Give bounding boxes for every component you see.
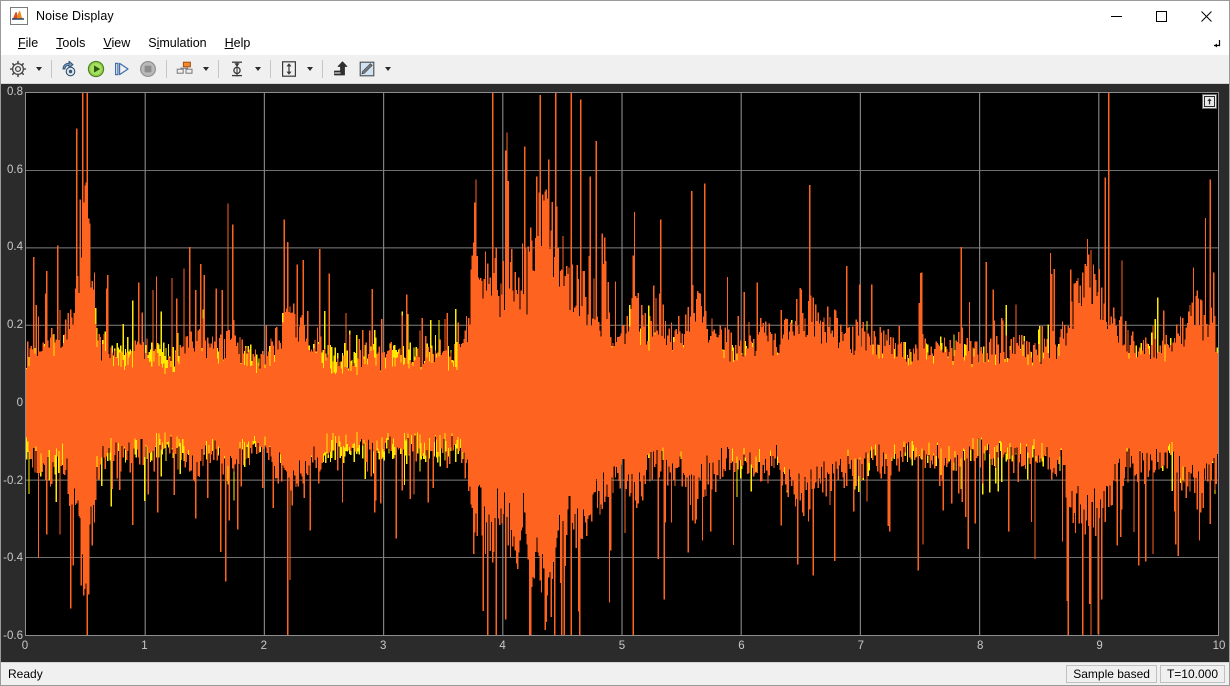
- x-tick-label: 9: [1096, 640, 1103, 652]
- scope-window: Noise Display File Tools View Simulation…: [0, 0, 1230, 686]
- title-bar: Noise Display: [1, 1, 1229, 31]
- style-pencil-icon: [359, 61, 375, 77]
- status-bar: Ready Sample based T=10.000: [1, 662, 1229, 685]
- scale-axes-icon: [281, 61, 297, 77]
- toolbar: [1, 55, 1229, 84]
- maximize-axes-icon[interactable]: [1202, 94, 1217, 109]
- x-tick-label: 10: [1212, 640, 1226, 652]
- minimize-button[interactable]: [1094, 1, 1139, 31]
- step-forward-icon: [114, 62, 129, 76]
- maximize-button[interactable]: [1139, 1, 1184, 31]
- stop-button[interactable]: [135, 56, 161, 82]
- y-tick-label: 0.4: [7, 241, 23, 254]
- x-tick-label: 6: [738, 640, 745, 652]
- x-axis: 0 1 2 3 4 5 6 7 8 9 10: [21, 640, 1226, 658]
- cursor-measurement-icon: [232, 61, 242, 77]
- menu-bar: File Tools View Simulation Help: [1, 31, 1229, 55]
- signal-selector-icon: [176, 61, 193, 74]
- toolbar-separator: [218, 60, 219, 78]
- status-frame-mode: Sample based: [1066, 665, 1157, 683]
- y-tick-label: 0.2: [7, 319, 23, 332]
- y-axis: 0.8 0.6 0.4 0.2 0 -0.2 -0.4 -0.6: [1, 86, 23, 642]
- style-button[interactable]: [354, 56, 380, 82]
- y-tick-label: 0.6: [7, 163, 23, 176]
- y-tick-label: -0.2: [3, 474, 23, 487]
- stop-icon: [140, 61, 156, 77]
- signal-selection-button[interactable]: [172, 56, 198, 82]
- run-back-icon: [62, 60, 76, 77]
- configuration-properties-caret[interactable]: [31, 56, 46, 82]
- signal-selection-caret[interactable]: [198, 56, 213, 82]
- menu-item-file[interactable]: File: [9, 33, 47, 53]
- play-icon: [87, 60, 105, 78]
- window-title: Noise Display: [36, 9, 114, 23]
- x-tick-label: 0: [21, 640, 29, 652]
- dock-arrow-icon[interactable]: [1210, 37, 1222, 49]
- run-back-button[interactable]: [57, 56, 83, 82]
- step-forward-button[interactable]: [109, 56, 135, 82]
- toolbar-separator: [166, 60, 167, 78]
- x-tick-label: 4: [499, 640, 506, 652]
- menu-item-view[interactable]: View: [94, 33, 139, 53]
- y-tick-label: 0.8: [7, 86, 23, 98]
- close-button[interactable]: [1184, 1, 1229, 31]
- scope-display-area: 0.8 0.6 0.4 0.2 0 -0.2 -0.4 -0.6 0 1 2 3…: [1, 84, 1229, 662]
- status-right-group: Sample based T=10.000: [1063, 665, 1225, 683]
- x-tick-label: 1: [141, 640, 148, 652]
- plot-canvas: [26, 93, 1218, 635]
- run-button[interactable]: [83, 56, 109, 82]
- toolbar-separator: [51, 60, 52, 78]
- window-controls: [1094, 1, 1229, 31]
- plot-frame: [25, 92, 1219, 636]
- scale-axes-limits-button[interactable]: [276, 56, 302, 82]
- menu-item-simulation[interactable]: Simulation: [139, 33, 215, 53]
- x-tick-label: 2: [260, 640, 267, 652]
- y-tick-label: 0: [16, 396, 23, 409]
- y-tick-label: -0.4: [3, 552, 23, 565]
- x-tick-label: 7: [857, 640, 864, 652]
- toolbar-separator: [270, 60, 271, 78]
- menu-item-tools[interactable]: Tools: [47, 33, 94, 53]
- waveform-plot: [26, 93, 1218, 635]
- x-tick-label: 8: [976, 640, 984, 652]
- style-caret[interactable]: [380, 56, 395, 82]
- status-simulation-time: T=10.000: [1159, 665, 1225, 683]
- menu-item-help[interactable]: Help: [216, 33, 260, 53]
- status-state: Ready: [8, 667, 43, 681]
- scale-axes-limits-caret[interactable]: [302, 56, 317, 82]
- configuration-properties-button[interactable]: [5, 56, 31, 82]
- toolbar-separator: [322, 60, 323, 78]
- x-tick-label: 5: [618, 640, 626, 652]
- highlight-signal-button[interactable]: [328, 56, 354, 82]
- x-tick-label: 3: [379, 640, 387, 652]
- highlight-signal-icon: [334, 61, 348, 76]
- cursor-measurements-caret[interactable]: [250, 56, 265, 82]
- cursor-measurements-button[interactable]: [224, 56, 250, 82]
- gear-icon: [9, 60, 27, 78]
- scope-icon: [10, 7, 28, 25]
- y-tick-label: -0.6: [3, 630, 23, 642]
